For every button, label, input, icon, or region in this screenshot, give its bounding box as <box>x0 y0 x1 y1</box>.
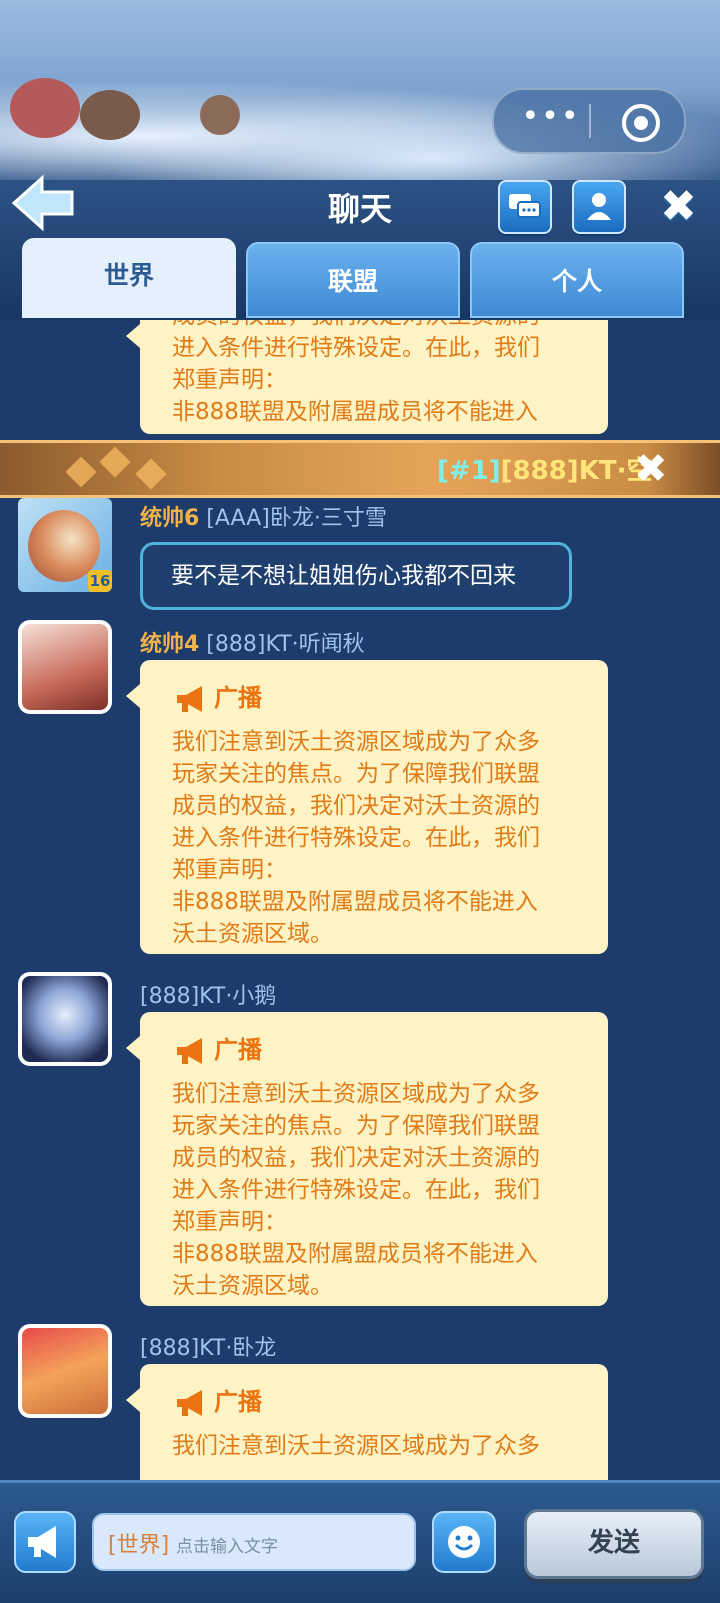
broadcast-line: 成员的权益，我们决定对沃土资源的 <box>172 1145 540 1171</box>
sender-label: [AAA]卧龙·三寸雪 <box>199 506 387 531</box>
banner-decoration <box>135 458 167 490</box>
broadcast-line: 沃土资源区域。 <box>172 1273 333 1299</box>
notice-banner[interactable]: [#1][888]KT·空 ✖ <box>0 440 720 498</box>
sender-name: 统帅4 [888]KT·听闻秋 <box>140 626 365 658</box>
broadcast-line: 我们注意到沃土资源区域成为了众多 <box>172 1081 540 1107</box>
banner-text: [#1][888]KT·空 <box>437 450 652 487</box>
broadcast-bubble: 广播 我们注意到沃土资源区域成为了众多 玩家关注的焦点。为了保障我们联盟 成员的… <box>126 660 608 954</box>
banner-decoration <box>99 446 131 478</box>
sender-label: [888]KT·卧龙 <box>140 1336 277 1361</box>
avatar[interactable] <box>18 972 112 1066</box>
broadcast-bubble: 广播 我们注意到沃土资源区域成为了众多 玩家关注的焦点。为了保障我们联盟 成员的… <box>126 1012 608 1306</box>
broadcast-line: 郑重声明： <box>172 857 287 883</box>
broadcast-body: 我们注意到沃土资源区域成为了众多 玩家关注的焦点。为了保障我们联盟 成员的权益，… <box>172 726 582 950</box>
emoji-button[interactable] <box>432 1511 496 1573</box>
channel-label: [世界] <box>108 1533 170 1558</box>
megaphone-icon <box>28 1526 56 1558</box>
broadcast-line: 进入条件进行特殊设定。在此，我们 <box>172 825 540 851</box>
avatar[interactable] <box>18 620 112 714</box>
broadcast-body: 成员的权益，我们决定对沃土资源的 进入条件进行特殊设定。在此，我们 郑重声明： … <box>172 320 582 428</box>
broadcast-line: 沃土资源区域。 <box>172 921 333 947</box>
scene-figure <box>10 78 80 138</box>
sender-rank: 统帅4 <box>140 632 200 657</box>
megaphone-icon <box>177 686 202 712</box>
broadcast-line: 成员的权益，我们决定对沃土资源的 <box>172 793 540 819</box>
broadcast-line: 成员的权益，我们决定对沃土资源的 <box>172 320 540 329</box>
megaphone-icon <box>177 1038 202 1064</box>
mini-program-capsule[interactable]: ••• <box>492 88 686 154</box>
capsule-divider <box>589 104 591 138</box>
broadcast-title: 广播 <box>214 684 262 712</box>
chat-bubbles-icon <box>509 194 541 218</box>
chat-list-button[interactable] <box>498 180 552 234</box>
level-badge: 16 <box>88 570 112 592</box>
broadcast-line: 我们注意到沃土资源区域成为了众多 <box>172 1433 540 1459</box>
tab-alliance[interactable]: 联盟 <box>246 242 460 318</box>
broadcast-line: 进入条件进行特殊设定。在此，我们 <box>172 1177 540 1203</box>
broadcast-line: 非888联盟及附属盟成员将不能进入 <box>172 1241 538 1267</box>
input-placeholder: 点击输入文字 <box>176 1537 278 1557</box>
text-message-bubble: 要不是不想让姐姐伤心我都不回来 <box>140 542 572 610</box>
record-circle-icon[interactable] <box>622 104 660 142</box>
broadcast-bubble: 成员的权益，我们决定对沃土资源的 进入条件进行特殊设定。在此，我们 郑重声明： … <box>126 320 608 434</box>
profile-button[interactable] <box>572 180 626 234</box>
broadcast-title: 广播 <box>214 1036 262 1064</box>
banner-label: [888]KT·空 <box>500 456 653 486</box>
smiley-icon <box>448 1526 480 1558</box>
broadcast-line: 非888联盟及附属盟成员将不能进入 <box>172 889 538 915</box>
broadcast-line: 我们注意到沃土资源区域成为了众多 <box>172 729 540 755</box>
broadcast-line: 郑重声明： <box>172 1209 287 1235</box>
send-button[interactable]: 发送 <box>524 1509 704 1579</box>
banner-decoration <box>65 456 97 488</box>
broadcast-body: 我们注意到沃土资源区域成为了众多 玩家关注的焦点。为了保障我们联盟 成员的权益，… <box>172 1078 582 1302</box>
avatar[interactable]: 16 <box>18 498 112 592</box>
broadcast-line: 进入条件进行特殊设定。在此，我们 <box>172 335 540 361</box>
scene-figure <box>80 90 140 140</box>
broadcast-line: 非888联盟及附属盟成员将不能进入 <box>172 399 538 425</box>
sender-name: 统帅6 [AAA]卧龙·三寸雪 <box>140 500 387 532</box>
sender-label: [888]KT·听闻秋 <box>199 632 365 657</box>
broadcast-bubble: 广播 我们注意到沃土资源区域成为了众多 <box>126 1364 608 1480</box>
broadcast-header: 广播 <box>174 1030 262 1070</box>
broadcast-line: 郑重声明： <box>172 367 287 393</box>
sender-label: [888]KT·小鹅 <box>140 984 277 1009</box>
broadcast-body: 我们注意到沃土资源区域成为了众多 <box>172 1430 582 1462</box>
megaphone-icon <box>177 1390 202 1416</box>
close-x-icon[interactable]: ✖ <box>660 185 704 229</box>
broadcast-line: 玩家关注的焦点。为了保障我们联盟 <box>172 1113 540 1139</box>
user-icon <box>587 193 611 220</box>
sender-rank: 统帅6 <box>140 506 200 531</box>
broadcast-header: 广播 <box>174 1382 262 1422</box>
banner-tag: [#1] <box>437 456 501 486</box>
avatar[interactable] <box>18 1324 112 1418</box>
scene-figure <box>200 95 240 135</box>
sender-name: [888]KT·小鹅 <box>140 978 276 1010</box>
tab-world[interactable]: 世界 <box>22 238 236 318</box>
broadcast-line: 玩家关注的焦点。为了保障我们联盟 <box>172 761 540 787</box>
broadcast-header: 广播 <box>174 678 262 718</box>
broadcast-title: 广播 <box>214 1388 262 1416</box>
tab-personal[interactable]: 个人 <box>470 242 684 318</box>
message-input[interactable]: [世界] 点击输入文字 <box>92 1513 416 1571</box>
close-x-icon[interactable]: ✖ <box>634 445 668 493</box>
more-dots-icon[interactable]: ••• <box>516 102 586 138</box>
sender-name: [888]KT·卧龙 <box>140 1330 276 1362</box>
input-bar: [世界] 点击输入文字 发送 <box>0 1480 720 1603</box>
broadcast-button[interactable] <box>14 1511 76 1573</box>
